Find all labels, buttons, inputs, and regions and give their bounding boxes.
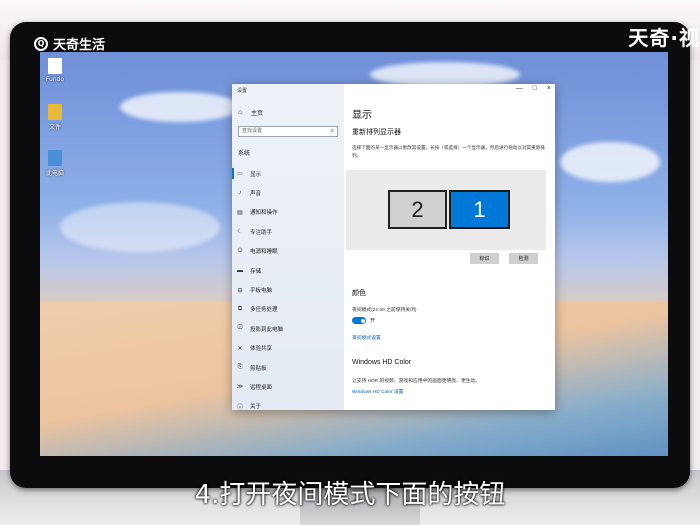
- desktop-icon-file[interactable]: Fundo: [42, 58, 68, 83]
- watermark-left: Q 天奇生活: [34, 34, 105, 53]
- nav-item-projecting[interactable]: ⎚ 投影到此电脑: [232, 319, 344, 338]
- monitor-2-tile[interactable]: 2: [388, 190, 447, 229]
- brand-logo-icon: Q: [34, 36, 48, 51]
- nav-item-storage[interactable]: ▬ 存储: [232, 261, 344, 280]
- moon-icon: ☾: [237, 229, 243, 236]
- hdr-settings-link[interactable]: Windows HD Color 设置: [352, 388, 403, 395]
- display-arrangement-area: 2 1: [346, 170, 546, 250]
- cloud: [60, 202, 220, 252]
- storage-icon: ▬: [237, 267, 243, 274]
- settings-content: 显示 重新排列显示器 选择下面的某一显示器以更改其设置。长按（或选择）一个显示器…: [344, 84, 555, 410]
- display-icon: ▭: [237, 171, 243, 178]
- nav-item-notifications[interactable]: ▤ 通知和操作: [232, 203, 344, 222]
- section-title: 系统: [238, 151, 251, 157]
- notification-icon: ▤: [237, 209, 243, 216]
- arrange-description: 选择下面的某一显示器以更改其设置。长按（或选择）一个显示器，然后进行拖动以对其重…: [352, 145, 545, 158]
- detect-button[interactable]: 检测: [509, 253, 538, 264]
- color-heading: 颜色: [352, 290, 366, 297]
- desktop-icon-folder[interactable]: 文件: [42, 104, 68, 131]
- info-icon: ⓘ: [236, 404, 243, 411]
- multitask-icon: ⧉: [237, 305, 243, 312]
- remote-icon: ≫: [236, 384, 244, 391]
- nav-item-sound[interactable]: ♪ 声音: [232, 183, 344, 202]
- nav-item-power-sleep[interactable]: ⏻ 电源和睡眠: [232, 242, 344, 261]
- desktop-icon-computer[interactable]: 此电脑: [42, 150, 68, 177]
- watermark-right: 天奇·视: [628, 26, 700, 50]
- computer-icon: [48, 150, 62, 166]
- nav-item-clipboard[interactable]: ⎘ 剪贴板: [232, 358, 344, 377]
- arrange-heading: 重新排列显示器: [352, 129, 401, 136]
- night-light-label: 夜间模式(21:00 之前保持关闭): [352, 308, 417, 313]
- subtitle-caption: 4.打开夜间模式下面的按钮: [194, 480, 506, 510]
- hdr-description: 让支持 HDR 的视频、游戏和应用中的画面更明亮、更生动。: [352, 379, 481, 384]
- cloud: [120, 92, 240, 122]
- nav-item-tablet[interactable]: ⊟ 平板电脑: [232, 280, 344, 299]
- window-title: 设置: [237, 88, 248, 94]
- folder-icon: [48, 104, 62, 120]
- night-light-toggle[interactable]: [352, 317, 366, 324]
- nav-list: ▭ 显示 ♪ 声音 ▤ 通知和操作 ☾ 专注助手 ⏻ 电源和睡眠 ▬ 存储 ⊟ 平板电脑 ⧉ 多…: [232, 164, 344, 416]
- cloud: [560, 142, 660, 182]
- settings-window: ⌂ 主页 查找设置 ⌕ 系统 ▭ 显示 ♪ 声音 ▤ 通知和操作 ☾ 专注助手 ⏻ 电源和…: [232, 84, 555, 411]
- file-icon: [48, 58, 62, 74]
- identify-button[interactable]: 标识: [470, 253, 499, 264]
- search-icon: ⌕: [330, 128, 334, 134]
- tablet-icon: ⊟: [237, 287, 243, 294]
- sound-icon: ♪: [238, 190, 242, 197]
- home-link[interactable]: ⌂ 主页: [238, 108, 263, 117]
- home-icon: ⌂: [238, 109, 243, 116]
- nav-item-focus-assist[interactable]: ☾ 专注助手: [232, 222, 344, 241]
- toggle-state-label: 开: [370, 318, 376, 324]
- nav-item-multitasking[interactable]: ⧉ 多任务处理: [232, 300, 344, 319]
- clipboard-icon: ⎘: [237, 364, 243, 371]
- search-input[interactable]: 查找设置 ⌕: [238, 126, 338, 137]
- power-icon: ⏻: [237, 247, 243, 254]
- page-title: 显示: [352, 110, 372, 121]
- settings-sidebar: ⌂ 主页 查找设置 ⌕ 系统 ▭ 显示 ♪ 声音 ▤ 通知和操作 ☾ 专注助手 ⏻ 电源和…: [232, 84, 344, 411]
- nav-item-display[interactable]: ▭ 显示: [232, 164, 344, 183]
- nav-item-shared-experiences[interactable]: ✕ 体验共享: [232, 339, 344, 358]
- nav-item-about[interactable]: ⓘ 关于: [232, 397, 344, 416]
- nav-item-remote-desktop[interactable]: ≫ 远程桌面: [232, 377, 344, 396]
- share-icon: ✕: [237, 345, 243, 352]
- hdr-heading: Windows HD Color: [352, 359, 412, 366]
- night-light-settings-link[interactable]: 夜间模式设置: [352, 334, 381, 341]
- project-icon: ⎚: [237, 325, 243, 332]
- monitor-1-tile[interactable]: 1: [449, 190, 510, 229]
